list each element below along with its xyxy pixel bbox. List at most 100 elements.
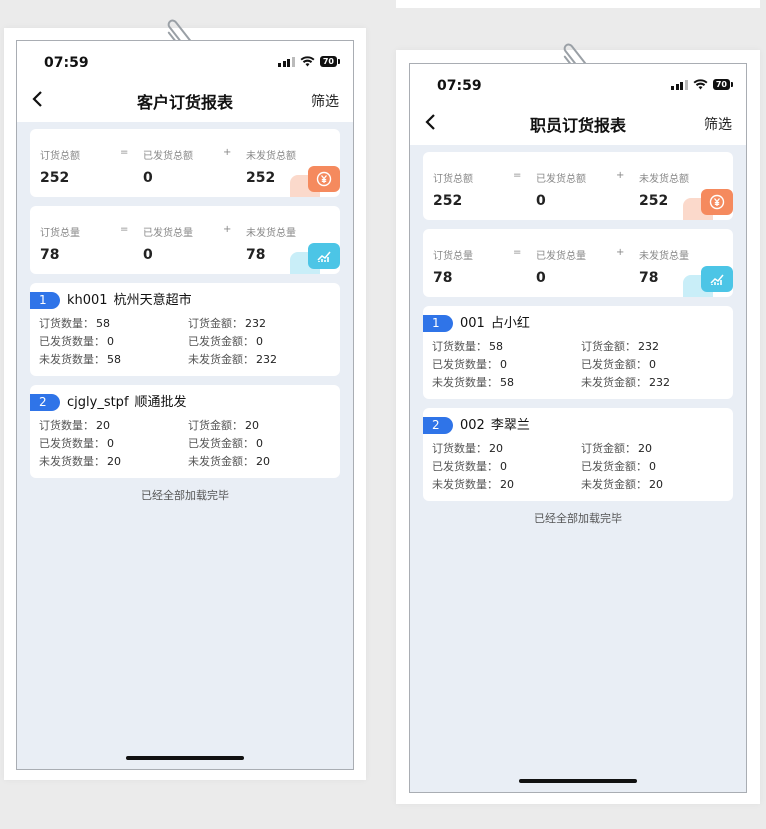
summary-label: 已发货总额 bbox=[143, 151, 193, 162]
field-value: 58 bbox=[500, 376, 514, 389]
field: 未发货金额： 232 bbox=[188, 353, 277, 367]
summary-label: 订货总量 bbox=[40, 228, 80, 239]
field-label: 订货金额： bbox=[581, 442, 636, 455]
yen-icon bbox=[701, 189, 733, 215]
nav-bar: 客户订货报表 筛选 bbox=[17, 83, 353, 122]
equals-sign: = bbox=[513, 247, 522, 258]
field-label: 订货数量： bbox=[432, 442, 487, 455]
item-name: 李翠兰 bbox=[490, 418, 530, 433]
field-value: 20 bbox=[489, 442, 503, 455]
summary-label: 未发货总额 bbox=[639, 174, 689, 185]
field-label: 订货数量： bbox=[39, 419, 94, 432]
summary-value: 0 bbox=[143, 247, 153, 263]
field-value: 0 bbox=[649, 460, 656, 473]
field-value: 0 bbox=[500, 460, 507, 473]
equals-sign: = bbox=[120, 147, 129, 158]
field-value: 58 bbox=[489, 340, 503, 353]
amount-summary-card: 订货总额 = 已发货总额 + 未发货总额 252 0 252 bbox=[423, 152, 733, 220]
yen-icon bbox=[308, 166, 340, 192]
status-bar: 07:59 70 bbox=[17, 41, 353, 83]
field: 未发货数量： 58 bbox=[39, 353, 121, 367]
home-indicator[interactable] bbox=[126, 756, 244, 760]
summary-value: 252 bbox=[40, 170, 70, 186]
field: 未发货数量： 58 bbox=[432, 376, 514, 390]
field-label: 已发货数量： bbox=[39, 335, 105, 348]
field-value: 232 bbox=[638, 340, 659, 353]
field-label: 未发货金额： bbox=[581, 478, 647, 491]
field-label: 已发货数量： bbox=[39, 437, 105, 450]
field: 已发货金额： 0 bbox=[581, 460, 656, 474]
customer-report-screen: 07:59 70 客户订货报表 筛选 订货总额 = 已发货总额 + 未发货总额 bbox=[16, 40, 354, 770]
field-value: 20 bbox=[649, 478, 663, 491]
home-indicator[interactable] bbox=[519, 779, 637, 783]
field-label: 未发货数量： bbox=[39, 353, 105, 366]
field-value: 0 bbox=[500, 358, 507, 371]
field: 未发货金额： 20 bbox=[581, 478, 663, 492]
wifi-icon bbox=[300, 56, 315, 67]
field-label: 已发货金额： bbox=[581, 460, 647, 473]
summary-label: 订货总量 bbox=[433, 251, 473, 262]
signal-icon bbox=[278, 56, 295, 67]
summary-value: 0 bbox=[536, 270, 546, 286]
item-code: 002 bbox=[460, 418, 485, 433]
battery-icon: 70 bbox=[712, 79, 734, 90]
field-value: 58 bbox=[107, 353, 121, 366]
list-item[interactable]: 1 kh001 杭州天意超市 订货数量： 58 订货金额： 232 已发货数量： 0 已… bbox=[30, 283, 340, 376]
field-value: 20 bbox=[96, 419, 110, 432]
summary-value: 252 bbox=[433, 193, 463, 209]
field: 已发货金额： 0 bbox=[188, 335, 263, 349]
item-name: 杭州天意超市 bbox=[113, 293, 192, 308]
field-value: 0 bbox=[649, 358, 656, 371]
report-content: 订货总额 = 已发货总额 + 未发货总额 252 0 252 订货总量 = 已发… bbox=[17, 122, 353, 503]
field-label: 未发货数量： bbox=[432, 478, 498, 491]
battery-icon: 70 bbox=[319, 56, 341, 67]
signal-icon bbox=[671, 79, 688, 90]
summary-value: 252 bbox=[639, 193, 669, 209]
summary-value: 78 bbox=[639, 270, 659, 286]
wifi-icon bbox=[693, 79, 708, 90]
field: 订货金额： 232 bbox=[581, 340, 659, 354]
filter-button[interactable]: 筛选 bbox=[311, 91, 339, 111]
header: 07:59 70 客户订货报表 筛选 bbox=[17, 41, 353, 122]
field-label: 已发货金额： bbox=[581, 358, 647, 371]
list-item[interactable]: 2 cjgly_stpf 顺通批发 订货数量： 20 订货金额： 20 已发货数量： 0… bbox=[30, 385, 340, 478]
field-value: 232 bbox=[245, 317, 266, 330]
header: 07:59 70 职员订货报表 筛选 bbox=[410, 64, 746, 145]
field: 已发货数量： 0 bbox=[432, 460, 507, 474]
field-value: 20 bbox=[638, 442, 652, 455]
field: 订货金额： 20 bbox=[188, 419, 259, 433]
equals-sign: = bbox=[513, 170, 522, 181]
field-label: 订货金额： bbox=[581, 340, 636, 353]
plus-sign: + bbox=[616, 247, 625, 258]
field: 订货金额： 232 bbox=[188, 317, 266, 331]
field: 已发货数量： 0 bbox=[39, 335, 114, 349]
status-bar: 07:59 70 bbox=[410, 64, 746, 106]
list-item[interactable]: 1 001 占小红 订货数量： 58 订货金额： 232 已发货数量： 0 已发货金额：… bbox=[423, 306, 733, 399]
field: 未发货数量： 20 bbox=[39, 455, 121, 469]
field-label: 未发货金额： bbox=[188, 455, 254, 468]
item-code: cjgly_stpf bbox=[67, 395, 129, 410]
field-label: 订货金额： bbox=[188, 317, 243, 330]
summary-label: 未发货总量 bbox=[246, 228, 296, 239]
summary-value: 252 bbox=[246, 170, 276, 186]
equals-sign: = bbox=[120, 224, 129, 235]
index-badge: 1 bbox=[423, 315, 453, 332]
field: 订货金额： 20 bbox=[581, 442, 652, 456]
field-value: 0 bbox=[107, 335, 114, 348]
item-code: kh001 bbox=[67, 293, 108, 308]
status-time: 07:59 bbox=[44, 55, 89, 71]
top-strip bbox=[396, 0, 760, 8]
summary-label: 已发货总量 bbox=[536, 251, 586, 262]
summary-value: 78 bbox=[433, 270, 453, 286]
field-label: 未发货数量： bbox=[39, 455, 105, 468]
field: 订货数量： 20 bbox=[432, 442, 503, 456]
item-name: 占小红 bbox=[490, 316, 530, 331]
status-time: 07:59 bbox=[437, 78, 482, 94]
field: 已发货数量： 0 bbox=[39, 437, 114, 451]
filter-button[interactable]: 筛选 bbox=[704, 114, 732, 134]
index-badge: 1 bbox=[30, 292, 60, 309]
summary-label: 订货总额 bbox=[433, 174, 473, 185]
field: 已发货金额： 0 bbox=[581, 358, 656, 372]
list-item[interactable]: 2 002 李翠兰 订货数量： 20 订货金额： 20 已发货数量： 0 已发货金额： 0… bbox=[423, 408, 733, 501]
trend-chart-icon bbox=[308, 243, 340, 269]
